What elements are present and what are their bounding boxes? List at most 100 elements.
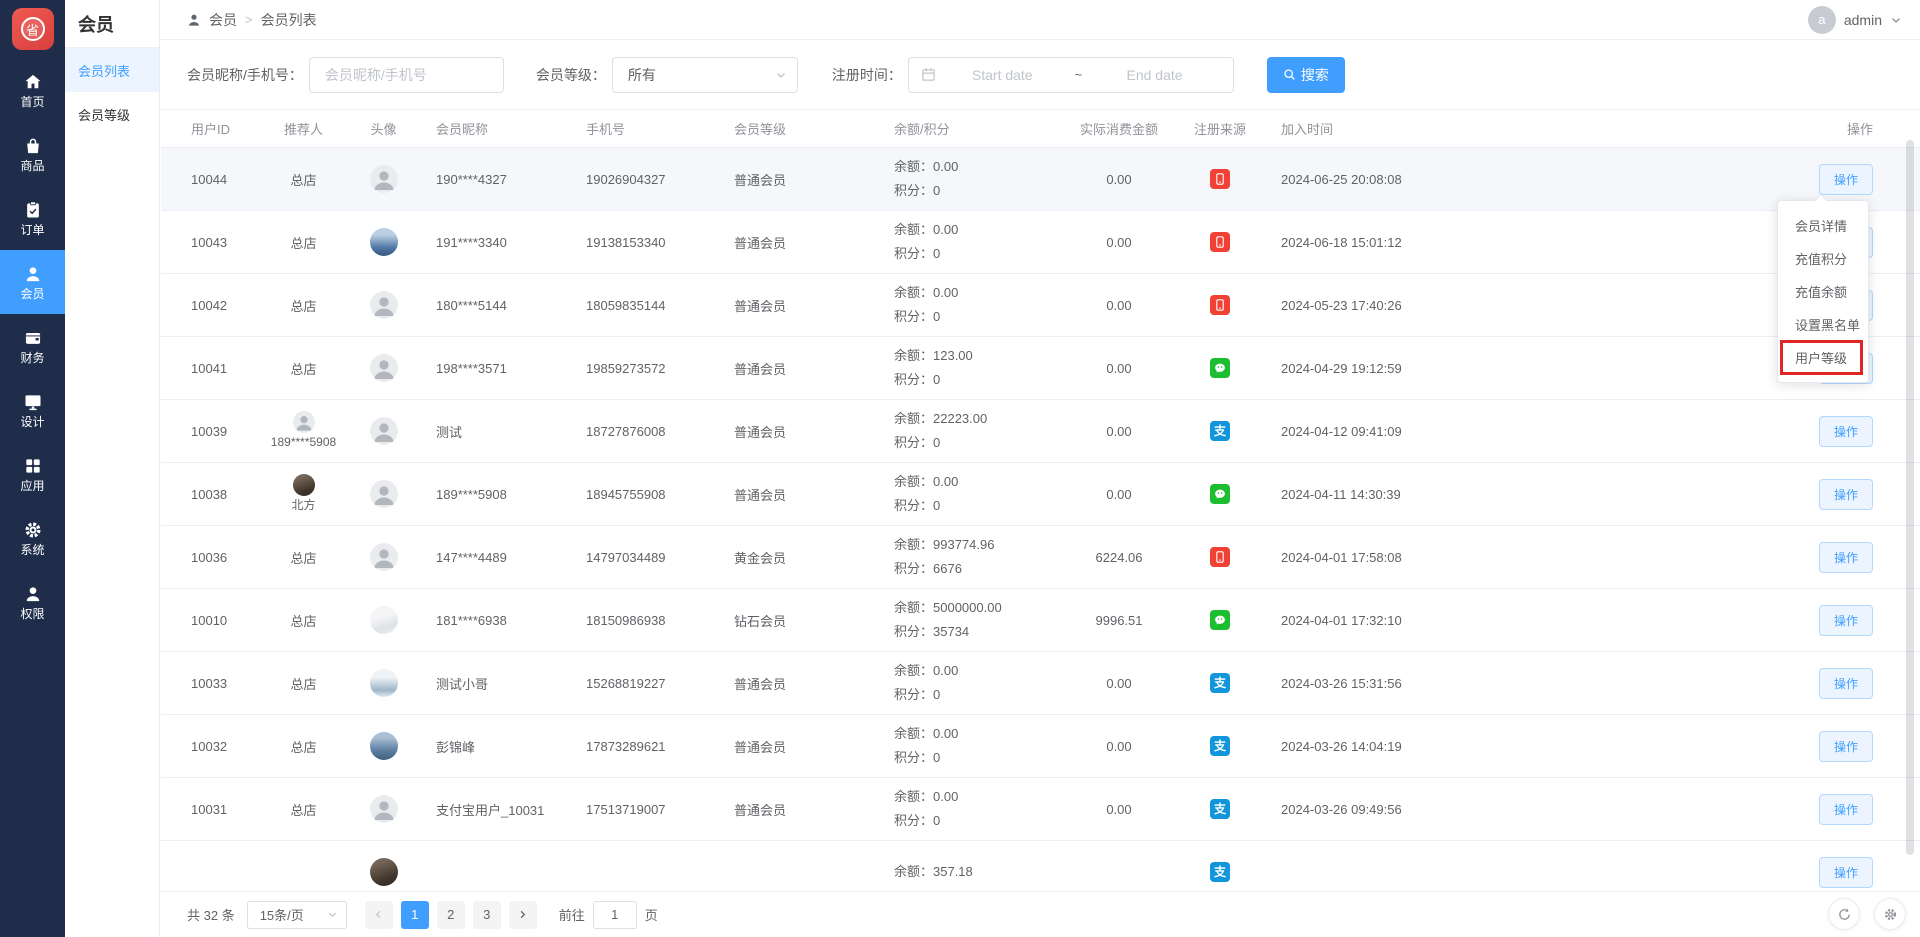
orders-icon — [23, 200, 43, 220]
action-cell: 操作 — [1451, 604, 1920, 636]
avatar-cell — [346, 165, 421, 193]
breadcrumb-root[interactable]: 会员 — [209, 10, 237, 30]
member-id: 10032 — [191, 738, 228, 754]
menu-item-充值余额[interactable]: 充值余额 — [1778, 275, 1868, 308]
menu-item-用户等级[interactable]: 用户等级 — [1778, 340, 1868, 375]
member-nickname: 181****6938 — [436, 612, 507, 628]
member-photo-avatar — [292, 474, 315, 497]
submenu-item-0[interactable]: 会员列表 — [65, 48, 159, 92]
source-wechat-icon — [1210, 610, 1230, 630]
nickname-filter-label: 会员昵称/手机号： — [187, 66, 303, 83]
primary-sidebar: 省 首页 商品 订单 会员 财务 设计 应用 系统 权限 — [0, 0, 65, 937]
member-level: 普通会员 — [734, 361, 787, 377]
chevron-down-icon — [328, 912, 336, 918]
level-filter-select[interactable]: 所有 — [611, 56, 798, 93]
join-time: 2024-03-26 14:04:19 — [1281, 738, 1402, 754]
secondary-nav: 会员列表 会员等级 — [65, 48, 159, 136]
sidebar-item-apps[interactable]: 应用 — [0, 442, 65, 506]
search-button[interactable]: 搜索 — [1266, 56, 1345, 93]
menu-item-设置黑名单[interactable]: 设置黑名单 — [1778, 308, 1868, 341]
source-alipay-icon: 支 — [1210, 736, 1230, 756]
sidebar-item-design[interactable]: 设计 — [0, 378, 65, 442]
member-id: 10044 — [191, 171, 228, 187]
action-cell: 操作 — [1451, 541, 1920, 573]
sidebar-item-permissions[interactable]: 权限 — [0, 570, 65, 634]
page-size-select[interactable]: 15条/页 — [246, 900, 347, 929]
submenu-item-1[interactable]: 会员等级 — [65, 92, 159, 136]
total-count: 共 32 条 — [187, 908, 235, 923]
referrer-cell: 189****5908 — [261, 405, 346, 457]
row-action-button[interactable]: 操作 — [1818, 478, 1873, 510]
source-cell — [1174, 295, 1266, 315]
consumed-amount: 0.00 — [1106, 234, 1132, 250]
member-nickname: 198****3571 — [436, 360, 507, 376]
balance-points-cell: 余额：0.00 积分：0 — [879, 721, 1064, 772]
page-button-2[interactable]: 2 — [436, 900, 465, 929]
member-nickname: 测试小哥 — [436, 676, 489, 692]
row-action-button[interactable]: 操作 — [1818, 415, 1873, 447]
member-id: 10036 — [191, 549, 228, 565]
balance-points-cell: 余额：0.00 积分：0 — [879, 658, 1064, 709]
balance-points-cell: 余额：123.00 积分：0 — [879, 343, 1064, 394]
menu-item-充值积分[interactable]: 充值积分 — [1778, 242, 1868, 275]
nickname-filter-input[interactable] — [308, 56, 504, 93]
refresh-button[interactable] — [1828, 898, 1860, 930]
next-page-button[interactable] — [508, 900, 537, 929]
balance-points-cell: 余额：993774.96 积分：6676 — [879, 532, 1064, 583]
join-time: 2024-04-01 17:58:08 — [1281, 549, 1402, 565]
avatar-cell — [346, 291, 421, 319]
row-action-button[interactable]: 操作 — [1818, 856, 1873, 888]
page-size-value: 15条/页 — [259, 908, 304, 923]
sidebar-item-goods[interactable]: 商品 — [0, 122, 65, 186]
member-row: 10038 北方 189****5908 18945755908 普通会员 余额：0.00… — [161, 463, 1920, 526]
row-action-button[interactable]: 操作 — [1818, 793, 1873, 825]
member-row: 10044 总店 190****4327 19026904327 普通会员 余额：0.00… — [161, 148, 1920, 211]
vertical-scrollbar[interactable] — [1906, 140, 1914, 855]
page-button-1[interactable]: 1 — [400, 900, 429, 929]
points-value: 积分：6676 — [894, 560, 962, 576]
consumed-amount: 6224.06 — [1095, 549, 1143, 565]
balance-value: 余额：0.00 — [894, 788, 959, 804]
default-avatar — [369, 291, 398, 319]
sidebar-item-finance[interactable]: 财务 — [0, 314, 65, 378]
row-action-button[interactable]: 操作 — [1818, 163, 1873, 195]
home-icon — [23, 72, 43, 92]
sidebar-item-orders[interactable]: 订单 — [0, 186, 65, 250]
menu-item-会员详情[interactable]: 会员详情 — [1778, 209, 1868, 242]
member-photo-avatar — [369, 732, 398, 760]
page-button-3[interactable]: 3 — [472, 900, 501, 929]
prev-page-button[interactable] — [364, 900, 393, 929]
goto-unit: 页 — [644, 908, 658, 923]
logo-character: 省 — [20, 17, 45, 41]
member-id: 10033 — [191, 675, 228, 691]
sidebar-item-system[interactable]: 系统 — [0, 506, 65, 570]
action-cell: 操作 — [1451, 730, 1920, 762]
user-menu[interactable]: a admin — [1807, 5, 1902, 34]
settings-button[interactable] — [1874, 898, 1906, 930]
sidebar-item-home[interactable]: 首页 — [0, 58, 65, 122]
member-phone: 14797034489 — [586, 549, 666, 565]
row-action-button[interactable]: 操作 — [1818, 604, 1873, 636]
primary-nav: 首页 商品 订单 会员 财务 设计 应用 系统 权限 — [0, 58, 65, 634]
row-action-button[interactable]: 操作 — [1818, 541, 1873, 573]
join-time: 2024-04-29 19:12:59 — [1281, 360, 1402, 376]
module-title: 会员 — [65, 0, 159, 48]
consumed-amount: 0.00 — [1106, 423, 1132, 439]
row-action-menu: 会员详情 充值积分 充值余额 设置黑名单 用户等级 — [1777, 200, 1869, 383]
action-cell: 操作 — [1451, 793, 1920, 825]
referrer-name: 北方 — [291, 498, 316, 513]
source-alipay-icon: 支 — [1210, 862, 1230, 882]
row-action-button[interactable]: 操作 — [1818, 730, 1873, 762]
chevron-right-icon — [520, 910, 526, 919]
app-logo-icon: 省 — [11, 8, 54, 50]
date-range-picker[interactable]: Start date ~ End date — [907, 56, 1234, 93]
sidebar-item-members[interactable]: 会员 — [0, 250, 65, 314]
source-wechat-icon — [1210, 484, 1230, 504]
member-nickname: 测试 — [436, 424, 463, 440]
member-row: 10010 总店 181****6938 18150986938 钻石会员 余额：5000… — [161, 589, 1920, 652]
breadcrumb-separator: > — [245, 12, 253, 27]
row-action-button[interactable]: 操作 — [1818, 667, 1873, 699]
goto-page-input[interactable] — [592, 900, 637, 929]
member-phone: 15268819227 — [586, 675, 666, 691]
chevron-left-icon — [375, 910, 381, 919]
